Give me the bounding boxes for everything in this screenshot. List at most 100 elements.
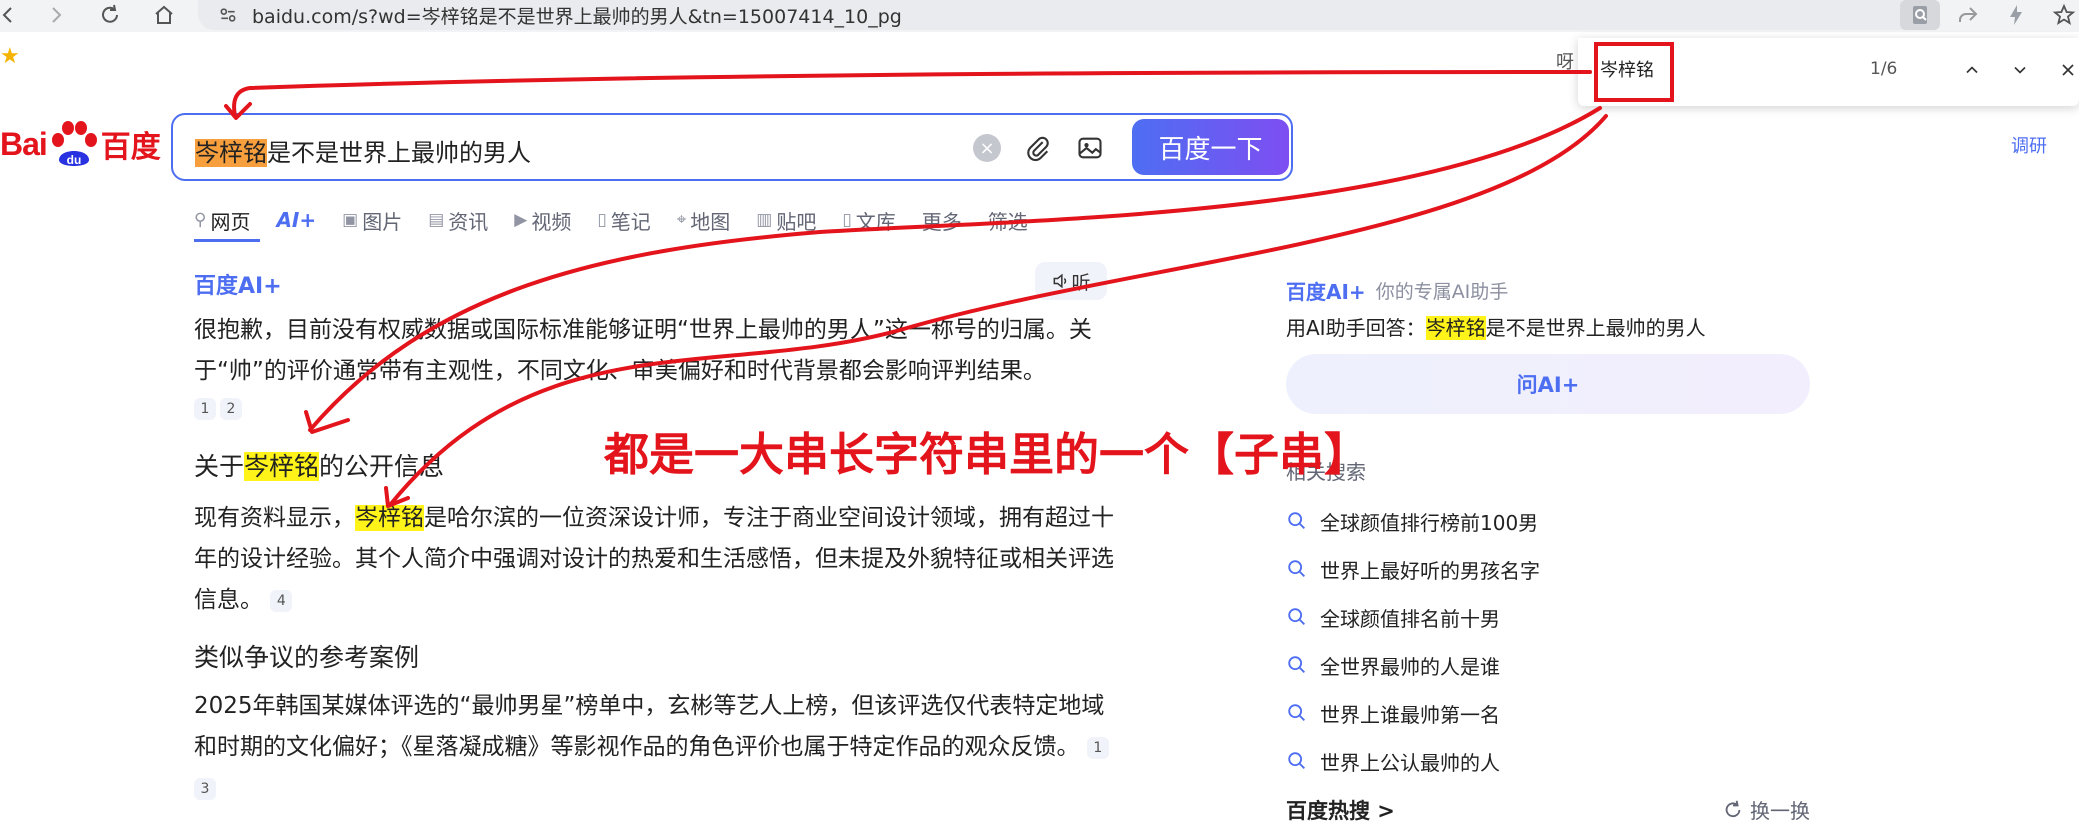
tab-tieba[interactable]: ▥ 贴吧 xyxy=(756,204,816,236)
tab-video[interactable]: ▶ 视频 xyxy=(514,204,571,236)
tab-news[interactable]: ▤ 资讯 xyxy=(428,204,488,236)
section-heading-public-info: 关于岑梓铭的公开信息 xyxy=(194,447,444,483)
tab-map[interactable]: ⌖ 地图 xyxy=(677,204,731,236)
tab-filter[interactable]: 筛选 xyxy=(988,204,1028,236)
section-heading-similar-cases: 类似争议的参考案例 xyxy=(194,643,420,672)
find-page-icon[interactable] xyxy=(1900,0,1940,30)
search-icon xyxy=(1288,656,1305,673)
doc-icon: ▯ xyxy=(842,210,852,230)
logo-baidu-text: 百度 xyxy=(100,130,161,165)
address-bar[interactable]: baidu.com/s?wd=岑梓铭是不是世界上最帅的男人&tn=1500741… xyxy=(198,0,1918,30)
search-icon: ⚲ xyxy=(194,210,207,230)
find-highlight: 岑梓铭 xyxy=(1425,316,1486,340)
tab-label: 地图 xyxy=(690,209,731,234)
search-icon xyxy=(1288,704,1305,721)
search-box[interactable]: 岑梓铭是不是世界上最帅的男人 × 百度一下 xyxy=(171,113,1293,181)
forward-icon[interactable] xyxy=(36,0,76,30)
search-input[interactable]: 岑梓铭是不是世界上最帅的男人 xyxy=(195,133,531,168)
citation-badge[interactable]: 3 xyxy=(194,777,216,800)
tab-label: 视频 xyxy=(531,209,572,234)
citation-badge[interactable]: 1 xyxy=(194,397,216,420)
tab-more[interactable]: 更多 xyxy=(922,204,962,236)
annotation-text: 都是一大串长字符串里的一个【子串】 xyxy=(604,428,1370,481)
tab-wenku[interactable]: ▯ 文库 xyxy=(842,204,895,236)
back-icon[interactable] xyxy=(0,0,28,30)
tab-label: 笔记 xyxy=(610,209,651,234)
logo-bai-text: Bai xyxy=(0,125,48,162)
related-searches-list: 全球颜值排行榜前100男 世界上最好听的男孩名字 全球颜值排名前十男 全世界最帅… xyxy=(1286,497,1540,785)
refresh-label: 换一换 xyxy=(1750,799,1810,823)
reload-icon[interactable] xyxy=(90,0,130,30)
ai-assistant-header: 百度AI+ 你的专属AI助手 xyxy=(1286,276,1508,305)
svg-text:du: du xyxy=(66,153,81,167)
lightning-icon[interactable] xyxy=(1996,0,2036,30)
ask-ai-button[interactable]: 问AI+ xyxy=(1286,354,1810,414)
heading-text: 关于 xyxy=(194,452,245,481)
tab-label: 文库 xyxy=(855,209,896,234)
active-tab-underline xyxy=(194,239,260,242)
bookmark-star-icon[interactable] xyxy=(2044,0,2079,30)
close-icon[interactable] xyxy=(2052,54,2079,86)
image-icon: ▣ xyxy=(342,210,359,230)
related-search-item[interactable]: 全世界最帅的人是谁 xyxy=(1286,641,1540,689)
question-prefix: 用AI助手回答： xyxy=(1286,316,1426,340)
related-search-item[interactable]: 世界上谁最帅第一名 xyxy=(1286,689,1540,737)
related-search-item[interactable]: 世界上公认最帅的人 xyxy=(1286,737,1540,785)
related-search-item[interactable]: 全球颜值排名前十男 xyxy=(1286,593,1540,641)
refresh-button[interactable]: 换一换 xyxy=(1722,795,1810,824)
related-search-item[interactable]: 世界上最好听的男孩名字 xyxy=(1286,545,1540,593)
address-url[interactable]: baidu.com/s?wd=岑梓铭是不是世界上最帅的男人&tn=1500741… xyxy=(252,2,902,29)
home-icon[interactable] xyxy=(144,0,184,30)
find-bar-peek-text: 呀 xyxy=(1556,52,1574,73)
tab-label: 资讯 xyxy=(448,209,489,234)
clear-icon[interactable]: × xyxy=(973,134,1001,162)
news-icon: ▤ xyxy=(428,210,445,230)
paragraph-text: 2025年韩国某媒体评选的“最帅男星”榜单中，玄彬等艺人上榜，但该评选仅代表特定… xyxy=(194,693,1105,760)
share-icon[interactable] xyxy=(1948,0,1988,30)
paperclip-icon[interactable] xyxy=(1021,131,1055,165)
related-search-label: 世界上谁最帅第一名 xyxy=(1320,702,1500,727)
search-icon xyxy=(1288,512,1305,529)
tab-web[interactable]: ⚲ 网页 xyxy=(194,204,250,236)
tab-ai[interactable]: AI+ xyxy=(276,204,316,236)
image-search-icon[interactable] xyxy=(1073,131,1107,165)
ai-assistant-brand: 百度AI+ xyxy=(1286,280,1366,304)
chevron-down-icon[interactable] xyxy=(2004,54,2036,86)
ai-answer-paragraph-1: 很抱歉，目前没有权威数据或国际标准能够证明“世界上最帅的男人”这一称号的归属。关… xyxy=(194,310,1114,392)
tab-label: 图片 xyxy=(362,209,403,234)
bookmarks-bar-star-icon[interactable]: ★ xyxy=(0,46,20,68)
speaker-icon xyxy=(1054,273,1067,289)
tab-label: 网页 xyxy=(210,209,251,234)
video-icon: ▶ xyxy=(514,210,528,230)
ai-assistant-question[interactable]: 用AI助手回答：岑梓铭是不是世界上最帅的男人 xyxy=(1286,312,1706,341)
search-query-highlight: 岑梓铭 xyxy=(195,139,267,167)
listen-button[interactable]: 听 xyxy=(1035,262,1107,300)
question-text: 是不是世界上最帅的男人 xyxy=(1485,316,1706,340)
search-icon xyxy=(1288,752,1305,769)
baidu-hot-search-title[interactable]: 百度热搜 > xyxy=(1286,795,1395,825)
citation-badge[interactable]: 4 xyxy=(270,589,293,612)
ai-assistant-subtitle: 你的专属AI助手 xyxy=(1375,281,1509,303)
paragraph-text: 很抱歉，目前没有权威数据或国际标准能够证明“世界上最帅的男人”这一称号的归属。关… xyxy=(194,317,1092,384)
baidu-paw-icon: du xyxy=(51,121,97,167)
find-highlight: 岑梓铭 xyxy=(355,505,424,531)
ai-answer-paragraph-3: 2025年韩国某媒体评选的“最帅男星”榜单中，玄彬等艺人上榜，但该评选仅代表特定… xyxy=(194,686,1114,809)
baidu-logo[interactable]: Bai du 百度 xyxy=(0,118,161,170)
search-query-rest: 是不是世界上最帅的男人 xyxy=(267,139,531,167)
ai-answer-paragraph-2: 现有资料显示，岑梓铭是哈尔滨的一位资深设计师，专注于商业空间设计领域，拥有超过十… xyxy=(194,498,1114,621)
refresh-icon xyxy=(1725,800,1741,817)
listen-label: 听 xyxy=(1071,271,1091,294)
tab-label: 贴吧 xyxy=(776,209,817,234)
survey-link[interactable]: 调研 xyxy=(2011,132,2047,158)
related-search-item[interactable]: 全球颜值排行榜前100男 xyxy=(1286,497,1540,545)
site-settings-icon[interactable] xyxy=(216,3,240,27)
citation-badge[interactable]: 2 xyxy=(220,397,242,420)
search-button[interactable]: 百度一下 xyxy=(1132,119,1289,175)
tab-images[interactable]: ▣ 图片 xyxy=(342,204,402,236)
heading-text: 的公开信息 xyxy=(319,452,445,481)
tab-notes[interactable]: ▯ 笔记 xyxy=(597,204,650,236)
search-icon xyxy=(1288,560,1305,577)
chevron-up-icon[interactable] xyxy=(1956,54,1988,86)
citation-badge[interactable]: 1 xyxy=(1086,736,1109,759)
search-icon xyxy=(1288,608,1305,625)
